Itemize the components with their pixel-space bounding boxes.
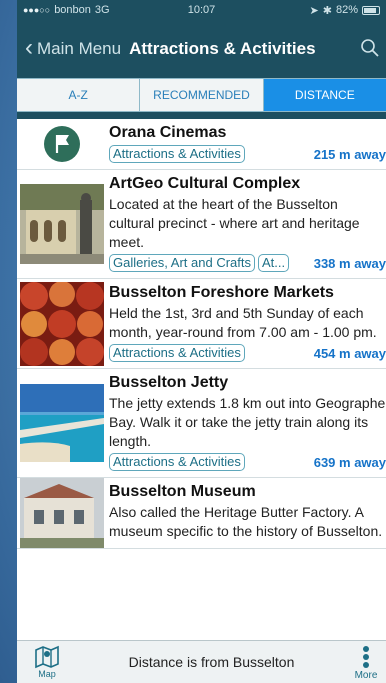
more-button[interactable]: More bbox=[346, 644, 386, 681]
attractions-list[interactable]: Orana Cinemas Attractions & Activities 2… bbox=[17, 119, 386, 640]
item-thumbnail bbox=[17, 279, 105, 368]
item-description: Also called the Heritage Butter Factory.… bbox=[109, 504, 383, 539]
item-description: Located at the heart of the Busselton cu… bbox=[109, 196, 360, 250]
list-item[interactable]: Busselton Museum Also called the Heritag… bbox=[17, 478, 386, 549]
battery-icon bbox=[362, 5, 380, 15]
item-distance: 639 m away bbox=[313, 454, 386, 470]
sort-tabs: A-Z RECOMMENDED DISTANCE bbox=[17, 78, 386, 112]
item-tag[interactable]: Attractions & Activities bbox=[109, 453, 245, 471]
list-item[interactable]: Orana Cinemas Attractions & Activities 2… bbox=[17, 119, 386, 170]
item-thumbnail bbox=[17, 119, 105, 169]
list-item[interactable]: Busselton Jetty The jetty extends 1.8 km… bbox=[17, 369, 386, 478]
item-thumbnail bbox=[17, 170, 105, 278]
back-button[interactable]: ‹ Main Menu bbox=[25, 33, 122, 61]
status-bar: ●●●○○ bonbon 3G 10:07 ➤ ✱ 82% bbox=[17, 0, 386, 20]
list-item[interactable]: ArtGeo Cultural Complex Located at the h… bbox=[17, 170, 386, 279]
item-tag[interactable]: At... bbox=[258, 254, 290, 272]
app-screen: ●●●○○ bonbon 3G 10:07 ➤ ✱ 82% ‹ Main Men… bbox=[17, 0, 386, 683]
back-label: Main Menu bbox=[37, 39, 122, 58]
item-description: The jetty extends 1.8 km out into Geogra… bbox=[109, 395, 386, 449]
item-tag[interactable]: Attractions & Activities bbox=[109, 344, 245, 362]
item-description: Held the 1st, 3rd and 5th Sunday of each… bbox=[109, 305, 377, 340]
item-title: Busselton Jetty bbox=[109, 374, 229, 391]
tab-distance[interactable]: DISTANCE bbox=[263, 79, 386, 111]
map-label: Map bbox=[38, 669, 56, 679]
bottom-toolbar: Map Distance is from Busselton More bbox=[17, 640, 386, 683]
item-thumbnail bbox=[17, 369, 105, 477]
item-thumbnail bbox=[17, 478, 105, 548]
item-tag[interactable]: Galleries, Art and Crafts bbox=[109, 254, 255, 272]
map-button[interactable]: Map bbox=[17, 645, 77, 679]
more-vertical-icon bbox=[363, 644, 369, 670]
more-label: More bbox=[354, 669, 378, 681]
museum-photo bbox=[20, 478, 104, 548]
jetty-photo bbox=[20, 384, 104, 462]
page-title: Attractions & Activities bbox=[129, 39, 316, 58]
list-item[interactable]: Busselton Foreshore Markets Held the 1st… bbox=[17, 279, 386, 369]
search-icon[interactable] bbox=[360, 38, 380, 58]
building-photo bbox=[20, 184, 104, 264]
distance-origin-text: Distance is from Busselton bbox=[128, 654, 295, 670]
item-distance: 454 m away bbox=[313, 345, 386, 361]
chevron-left-icon: ‹ bbox=[25, 33, 33, 61]
item-tag[interactable]: Attractions & Activities bbox=[109, 145, 245, 163]
tab-recommended[interactable]: RECOMMENDED bbox=[140, 79, 264, 111]
map-icon bbox=[35, 645, 59, 669]
tab-a-z[interactable]: A-Z bbox=[17, 79, 141, 111]
flag-icon bbox=[44, 126, 80, 162]
item-distance: 338 m away bbox=[313, 255, 386, 271]
item-title: Busselton Foreshore Markets bbox=[109, 284, 334, 301]
item-title: Orana Cinemas bbox=[109, 124, 227, 141]
item-distance: 215 m away bbox=[313, 146, 386, 162]
sort-tabs-container: A-Z RECOMMENDED DISTANCE bbox=[17, 78, 386, 119]
clock: 10:07 bbox=[187, 4, 216, 16]
nav-bar: ‹ Main Menu Attractions & Activities bbox=[17, 20, 386, 78]
item-title: ArtGeo Cultural Complex bbox=[109, 175, 301, 192]
apples-photo bbox=[20, 281, 104, 366]
item-title: Busselton Museum bbox=[109, 483, 256, 500]
